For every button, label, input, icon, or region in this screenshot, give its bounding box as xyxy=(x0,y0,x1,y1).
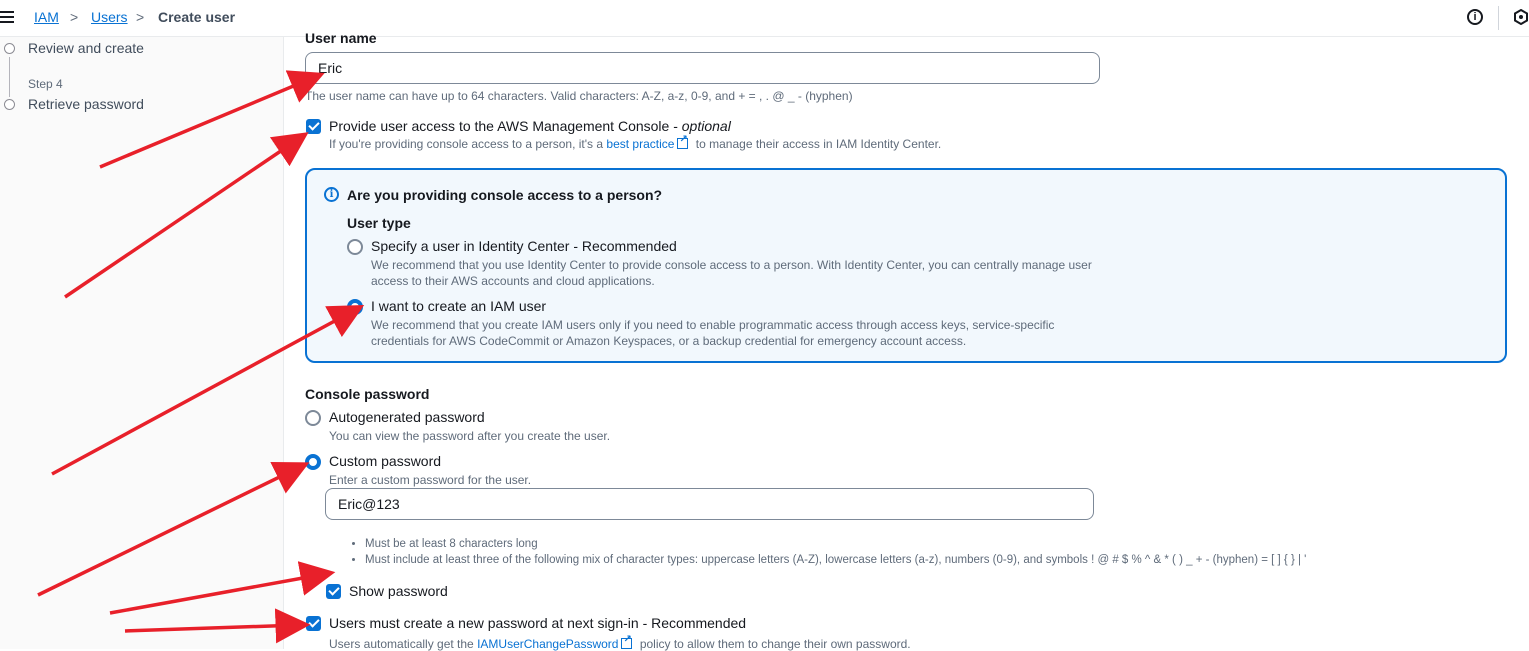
best-practice-link[interactable]: best practice xyxy=(606,137,674,151)
autogenerated-password-desc: You can view the password after you crea… xyxy=(329,429,611,443)
breadcrumb-current: Create user xyxy=(158,9,236,25)
step-number: Step 4 xyxy=(28,77,63,91)
main-content: User name Eric The user name can have up… xyxy=(285,30,1529,651)
wizard-steps-nav: Review and create Step 4 Retrieve passwo… xyxy=(0,37,284,649)
username-label: User name xyxy=(305,30,377,46)
console-access-label: Provide user access to the AWS Managemen… xyxy=(329,118,731,134)
custom-password-value: Eric@123 xyxy=(338,496,400,512)
user-type-label: User type xyxy=(347,215,411,231)
divider xyxy=(1498,6,1499,30)
identity-center-radio[interactable] xyxy=(347,239,363,255)
console-access-alert: i Are you providing console access to a … xyxy=(305,168,1507,363)
custom-password-radio[interactable] xyxy=(305,454,321,470)
external-link-icon xyxy=(677,134,689,149)
info-icon: i xyxy=(324,187,339,202)
custom-password-desc: Enter a custom password for the user. xyxy=(329,473,532,487)
autogenerated-password-radio[interactable] xyxy=(305,410,321,426)
console-access-desc: If you're providing console access to a … xyxy=(329,134,941,151)
iam-user-desc: We recommend that you create IAM users o… xyxy=(371,318,1055,348)
password-rule: Must include at least three of the follo… xyxy=(365,552,1515,568)
chevron-right-icon: > xyxy=(136,9,145,25)
step-status-icon xyxy=(4,43,15,54)
info-icon[interactable]: i xyxy=(1467,9,1483,25)
step-status-icon xyxy=(4,99,15,110)
console-access-checkbox[interactable] xyxy=(306,119,321,134)
step-retrieve-label[interactable]: Retrieve password xyxy=(28,96,144,112)
external-link-icon xyxy=(621,634,633,649)
iam-user-radio[interactable] xyxy=(347,299,363,315)
menu-icon[interactable] xyxy=(0,11,14,23)
autogenerated-password-label: Autogenerated password xyxy=(329,409,485,425)
console-password-label: Console password xyxy=(305,386,430,402)
step-connector xyxy=(9,57,10,97)
custom-password-label: Custom password xyxy=(329,453,442,469)
password-rule: Must be at least 8 characters long xyxy=(365,536,1515,552)
breadcrumb-iam[interactable]: IAM xyxy=(34,9,59,25)
chevron-right-icon: > xyxy=(70,9,79,25)
breadcrumb-users[interactable]: Users xyxy=(91,9,128,25)
alert-title: Are you providing console access to a pe… xyxy=(347,187,663,203)
settings-icon[interactable] xyxy=(1514,9,1528,25)
username-value: Eric xyxy=(318,60,343,76)
step-review-label[interactable]: Review and create xyxy=(28,40,144,56)
password-rules-list: Must be at least 8 characters long Must … xyxy=(351,536,1515,568)
custom-password-input[interactable]: Eric@123 xyxy=(325,488,1094,520)
show-password-checkbox[interactable] xyxy=(326,584,341,599)
username-input[interactable]: Eric xyxy=(305,52,1100,84)
identity-center-desc: We recommend that you use Identity Cente… xyxy=(371,258,1092,288)
identity-center-label: Specify a user in Identity Center - Reco… xyxy=(371,238,677,254)
iam-user-label: I want to create an IAM user xyxy=(371,298,547,314)
top-bar: IAM > Users > Create user i xyxy=(0,0,1529,37)
username-hint: The user name can have up to 64 characte… xyxy=(305,89,853,103)
force-reset-checkbox[interactable] xyxy=(306,616,321,631)
show-password-label: Show password xyxy=(349,583,448,599)
force-reset-label: Users must create a new password at next… xyxy=(329,615,747,631)
